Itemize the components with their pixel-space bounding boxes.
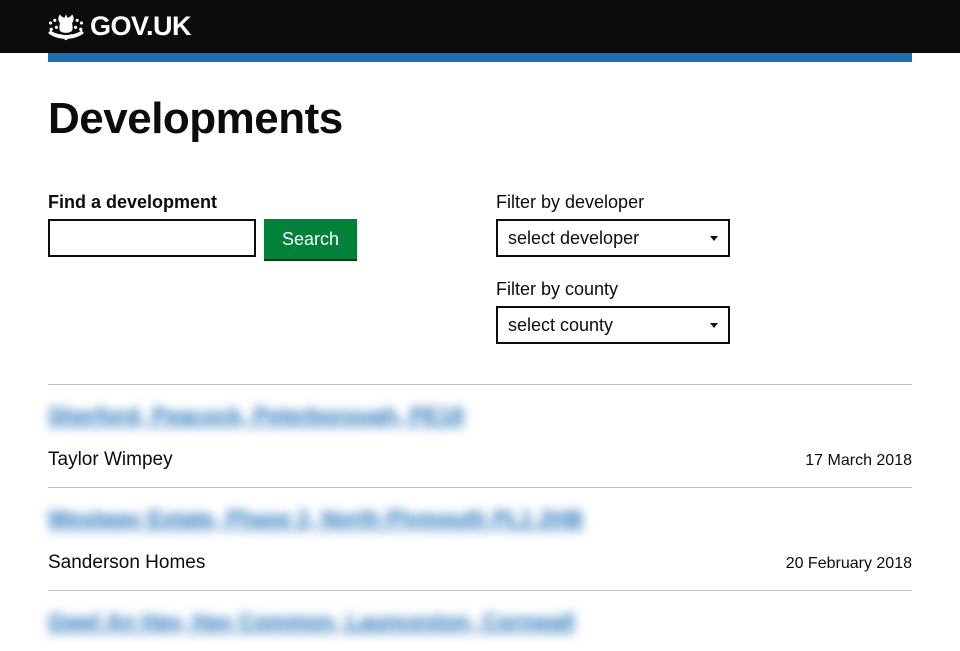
result-date: 17 March 2018: [805, 452, 912, 470]
result-developer: Taylor Wimpey: [48, 449, 173, 471]
header-accent-bar: [48, 53, 912, 62]
search-label: Find a development: [48, 192, 496, 213]
crown-icon: [48, 12, 84, 42]
filter-county-select[interactable]: select county: [496, 306, 730, 344]
page-title: Developments: [48, 94, 912, 144]
search-button[interactable]: Search: [264, 219, 357, 259]
result-item: Sherford, Peacock, Peterborough, PE18 Ta…: [48, 385, 912, 487]
filter-developer-label: Filter by developer: [496, 192, 912, 213]
site-header: GOV.UK: [0, 0, 960, 53]
govuk-logo[interactable]: GOV.UK: [48, 11, 191, 42]
search-input[interactable]: [48, 219, 256, 257]
result-link[interactable]: Gwel An Hay, Hay Common, Launceston, Cor…: [48, 609, 575, 635]
chevron-down-icon: [710, 236, 718, 241]
result-item: Westway Estate, Phase 2, North Plymouth …: [48, 488, 912, 590]
filters-row: Find a development Search Filter by deve…: [48, 192, 912, 366]
result-item: Gwel An Hay, Hay Common, Launceston, Cor…: [48, 591, 912, 651]
filter-county-value: select county: [508, 315, 710, 336]
result-link[interactable]: Sherford, Peacock, Peterborough, PE18: [48, 403, 464, 429]
filter-county-label: Filter by county: [496, 279, 912, 300]
govuk-logotype: GOV.UK: [90, 11, 191, 42]
chevron-down-icon: [710, 323, 718, 328]
result-date: 20 February 2018: [786, 555, 912, 573]
result-developer: Sanderson Homes: [48, 552, 205, 574]
filter-developer-select[interactable]: select developer: [496, 219, 730, 257]
main-content: Developments Find a development Search F…: [0, 62, 960, 651]
filter-developer-value: select developer: [508, 228, 710, 249]
result-link[interactable]: Westway Estate, Phase 2, North Plymouth …: [48, 506, 583, 532]
